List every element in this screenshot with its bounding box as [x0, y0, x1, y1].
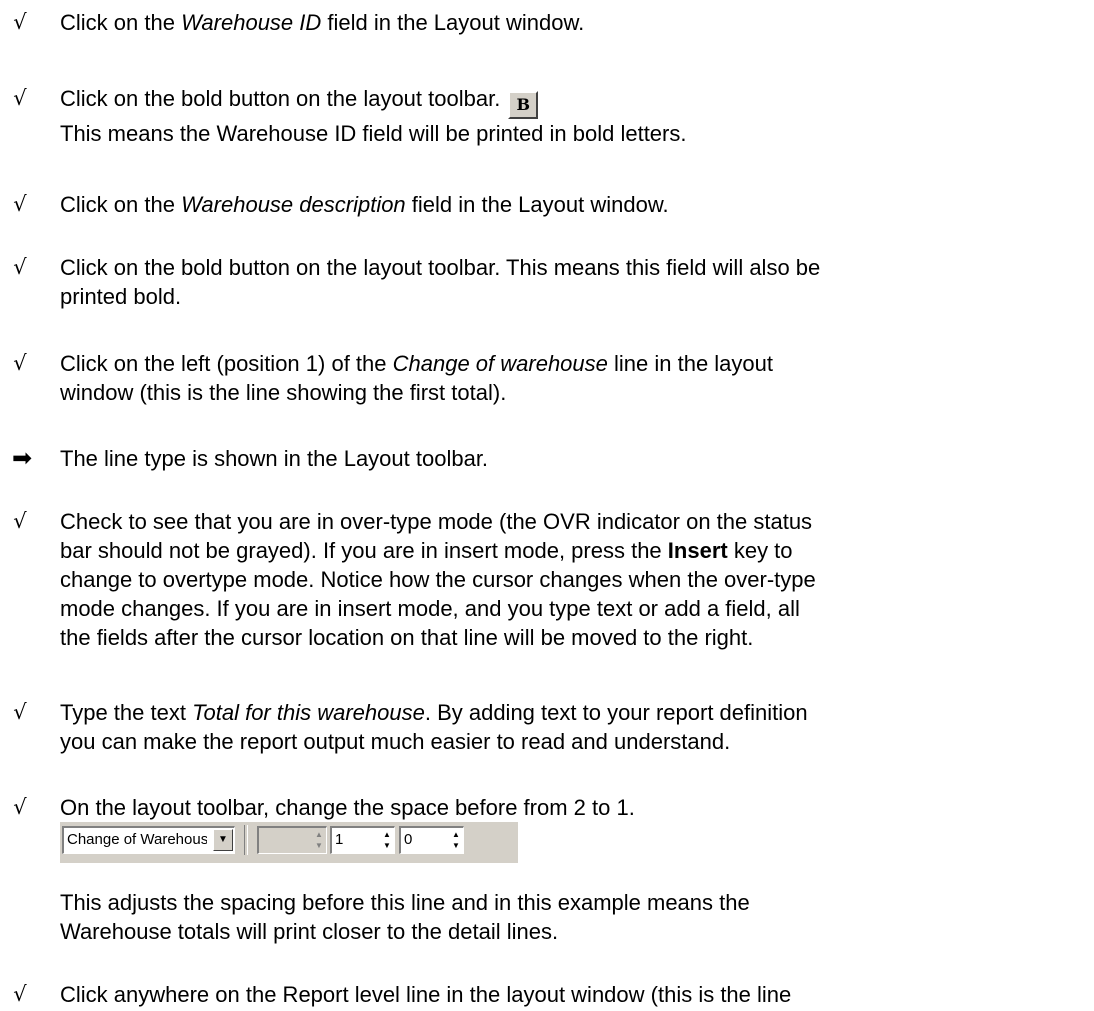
step-text: On the layout toolbar, change the space … [60, 795, 635, 820]
step-text: Click on the Warehouse ID field in the L… [60, 10, 585, 35]
spin-arrows-icon[interactable]: ▲ ▼ [450, 829, 462, 851]
spin-arrows-icon[interactable]: ▲ ▼ [313, 829, 325, 851]
check-icon: √ [13, 255, 27, 279]
check-icon: √ [13, 351, 27, 375]
step-text: Click on the left (position 1) of the Ch… [60, 351, 773, 405]
space-before-spinner[interactable]: 1 ▲ ▼ [330, 826, 395, 854]
step-text: Check to see that you are in over-type m… [60, 509, 816, 650]
arrow-right-icon: ➡ [11, 444, 33, 472]
line-type-select[interactable]: Change of Warehouse ▼ [62, 826, 235, 854]
step-text: Click on the bold button on the layout t… [60, 86, 687, 146]
check-icon: √ [13, 509, 27, 533]
check-icon: √ [13, 86, 27, 110]
check-icon: √ [13, 700, 27, 724]
bold-button-icon: B [508, 91, 539, 119]
note-text: The line type is shown in the Layout too… [60, 446, 489, 471]
toolbar-separator [244, 825, 248, 855]
check-icon: √ [13, 982, 27, 1006]
step-text: Click anywhere on the Report level line … [60, 982, 792, 1007]
space-after-spinner[interactable]: 0 ▲ ▼ [399, 826, 464, 854]
spin-arrows-icon[interactable]: ▲ ▼ [381, 829, 393, 851]
step-text: Click on the Warehouse description field… [60, 192, 669, 217]
check-icon: √ [13, 10, 27, 34]
step-text: Click on the bold button on the layout t… [60, 255, 821, 309]
layout-toolbar: Change of Warehouse ▼ ▲ ▼ 1 ▲ ▼ 0 ▲ ▼ [60, 822, 518, 863]
space-spinner-1[interactable]: ▲ ▼ [257, 826, 327, 854]
step-text: This adjusts the spacing before this lin… [60, 890, 750, 944]
line-type-value: Change of Warehouse [67, 831, 207, 848]
check-icon: √ [13, 795, 27, 819]
check-icon: √ [13, 192, 27, 216]
chevron-down-icon[interactable]: ▼ [213, 829, 233, 851]
step-text: Type the text Total for this warehouse. … [60, 700, 808, 754]
